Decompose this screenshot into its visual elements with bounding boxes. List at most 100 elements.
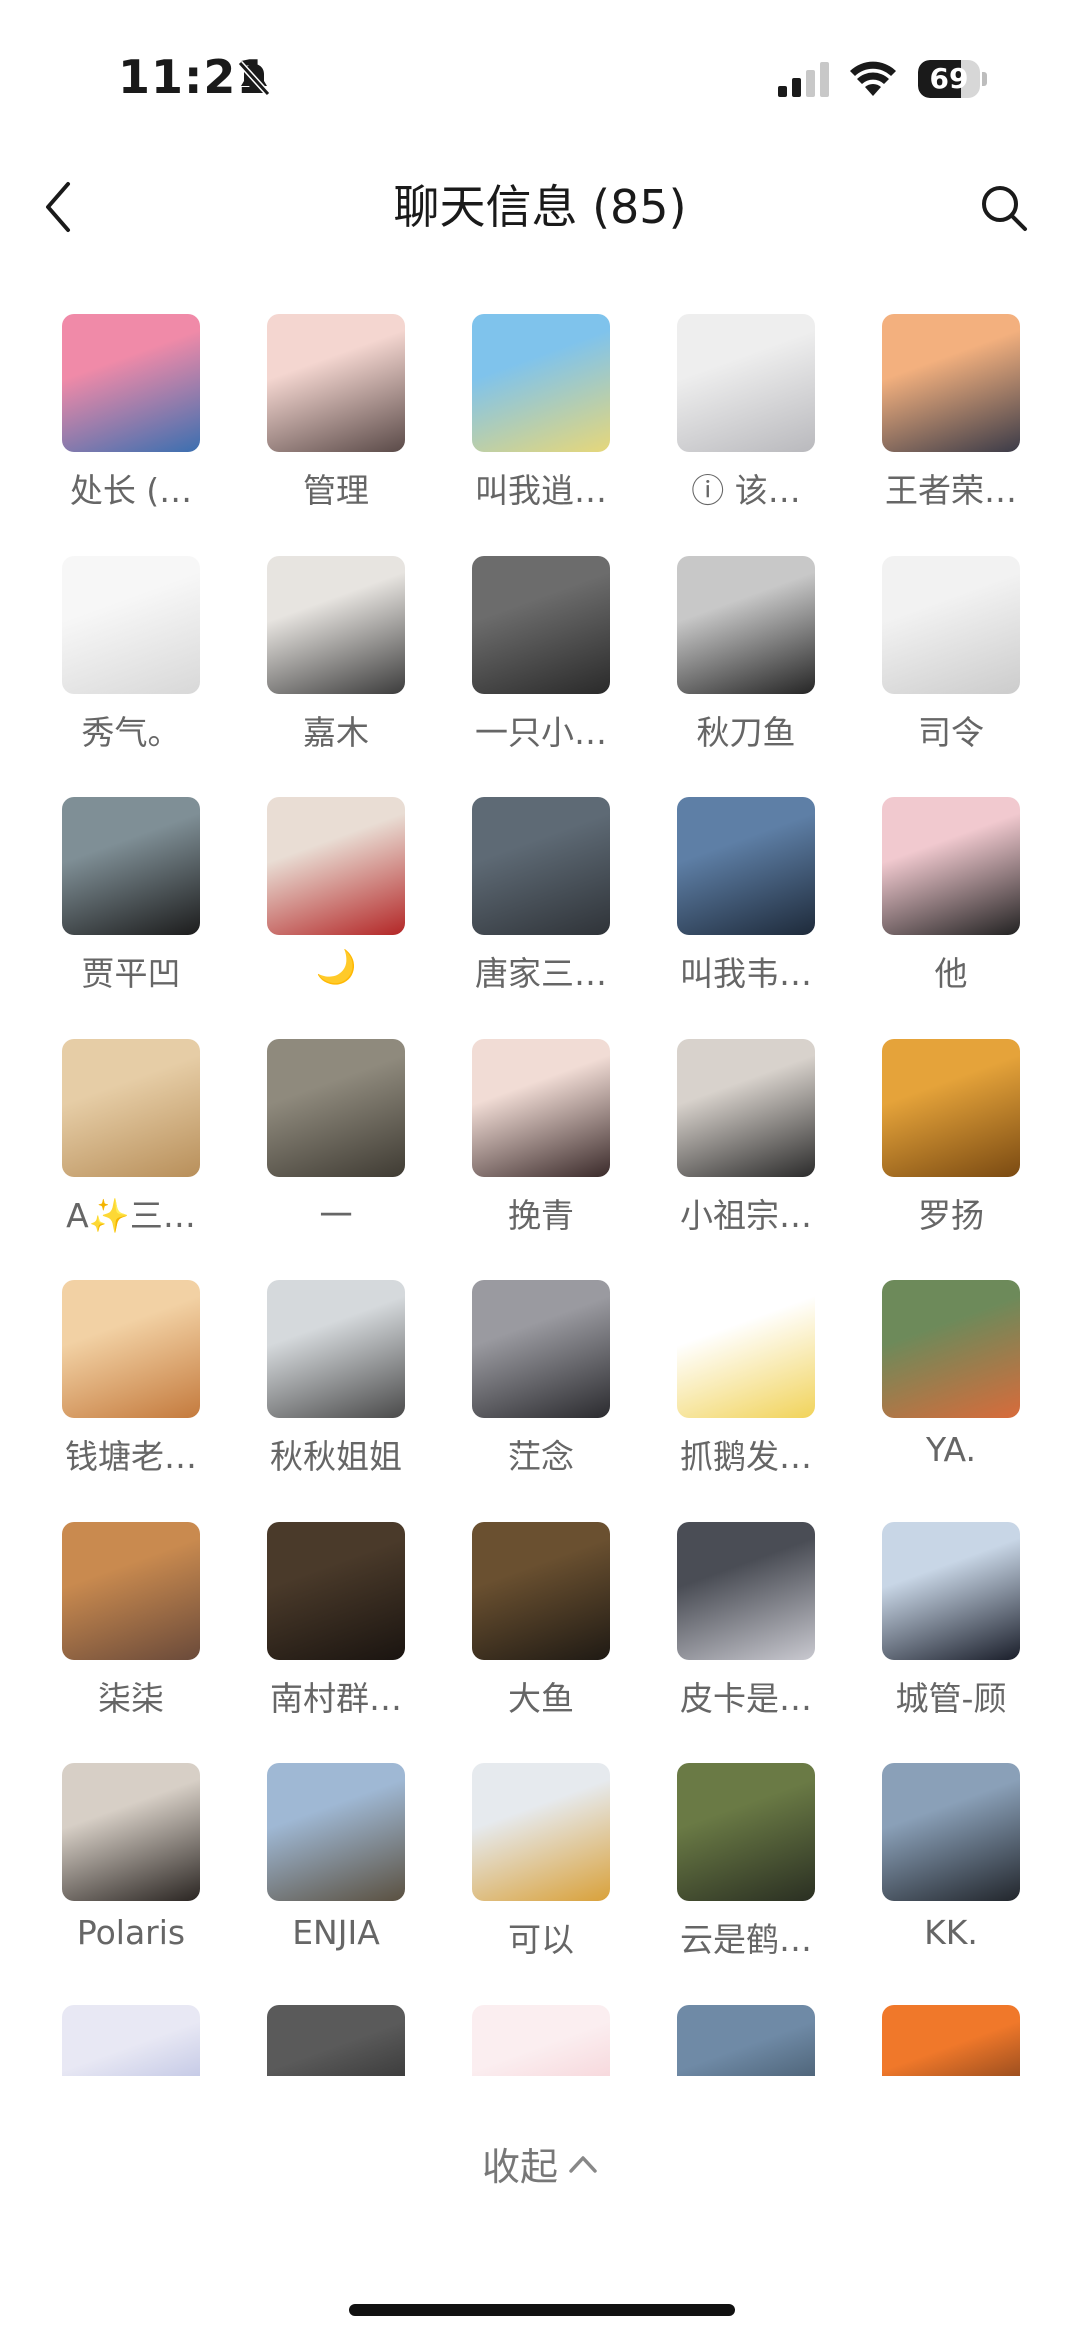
- member-avatar[interactable]: [267, 1763, 405, 1901]
- member-name: 抓鹅发…: [680, 1437, 812, 1476]
- member-item[interactable]: A✨三…: [40, 1038, 220, 1249]
- member-avatar[interactable]: [62, 797, 200, 935]
- member-avatar[interactable]: [267, 1521, 405, 1660]
- member-name: 南村群…: [270, 1678, 402, 1718]
- member-item[interactable]: 挽青: [450, 1038, 630, 1249]
- member-item[interactable]: 秀气。: [40, 555, 220, 766]
- member-item[interactable]: 叫我韦…: [655, 797, 835, 1007]
- member-name: 王者荣…: [885, 471, 1017, 510]
- member-avatar[interactable]: [677, 1521, 815, 1660]
- member-avatar[interactable]: [882, 1763, 1020, 1901]
- member-avatar[interactable]: [882, 314, 1020, 452]
- member-avatar[interactable]: [677, 1038, 815, 1177]
- member-item[interactable]: [450, 2004, 630, 2076]
- member-item[interactable]: 司令: [860, 555, 1040, 766]
- member-avatar[interactable]: [882, 1521, 1020, 1660]
- member-item[interactable]: 茳念: [450, 1280, 630, 1490]
- member-item[interactable]: 城管-顾: [860, 1521, 1040, 1732]
- member-avatar[interactable]: [472, 2004, 610, 2076]
- member-item[interactable]: 南村群…: [245, 1521, 425, 1732]
- member-avatar[interactable]: [882, 555, 1020, 694]
- member-item[interactable]: 处长 (…: [40, 314, 220, 524]
- member-item[interactable]: 大鱼: [450, 1521, 630, 1732]
- member-name: Polaris: [76, 1913, 186, 1952]
- member-item[interactable]: 罗扬: [860, 1038, 1040, 1249]
- member-item[interactable]: 可以: [450, 1763, 630, 1973]
- member-avatar[interactable]: [267, 1280, 405, 1418]
- member-item[interactable]: 一: [245, 1038, 425, 1249]
- member-avatar[interactable]: [882, 1038, 1020, 1177]
- member-name: 秀气。: [81, 712, 181, 752]
- member-item[interactable]: 秋刀鱼: [655, 555, 835, 766]
- member-item[interactable]: 嘉木: [245, 555, 425, 766]
- member-item[interactable]: YA.: [860, 1280, 1040, 1490]
- member-item[interactable]: 钱塘老…: [40, 1280, 220, 1490]
- member-avatar[interactable]: [677, 2004, 815, 2076]
- member-name: A✨三…: [66, 1195, 196, 1235]
- collapse-label: 收起: [481, 2145, 558, 2189]
- member-name: ⓘ 该…: [691, 471, 801, 510]
- member-avatar[interactable]: [62, 1521, 200, 1660]
- member-item[interactable]: 王者荣…: [860, 314, 1040, 524]
- member-avatar[interactable]: [677, 1763, 815, 1901]
- member-avatar[interactable]: [62, 2004, 200, 2076]
- member-item[interactable]: [40, 2004, 220, 2076]
- member-item[interactable]: KK.: [860, 1763, 1040, 1973]
- member-avatar[interactable]: [472, 1280, 610, 1418]
- member-item[interactable]: 管理: [245, 314, 425, 524]
- member-avatar[interactable]: [472, 555, 610, 694]
- member-item[interactable]: 叫我逍…: [450, 314, 630, 524]
- member-avatar[interactable]: [677, 555, 815, 694]
- member-avatar[interactable]: [882, 797, 1020, 935]
- member-avatar[interactable]: [472, 314, 610, 452]
- member-avatar[interactable]: [62, 555, 200, 694]
- member-item[interactable]: 秋秋姐姐: [245, 1280, 425, 1490]
- member-name: 皮卡是…: [680, 1678, 812, 1718]
- member-avatar[interactable]: [472, 1038, 610, 1177]
- search-icon[interactable]: [978, 182, 1030, 234]
- member-avatar[interactable]: [267, 314, 405, 452]
- member-item[interactable]: 一只小…: [450, 555, 630, 766]
- member-avatar[interactable]: [267, 797, 405, 935]
- member-avatar[interactable]: [267, 555, 405, 694]
- member-item[interactable]: 柒柒: [40, 1521, 220, 1732]
- member-item[interactable]: 唐家三…: [450, 797, 630, 1007]
- member-item[interactable]: 云是鹤…: [655, 1763, 835, 1973]
- member-avatar[interactable]: [267, 2004, 405, 2076]
- battery-percent: 69: [929, 62, 969, 95]
- member-item[interactable]: 🌙: [245, 797, 425, 1007]
- status-bar: 11:21 69: [0, 0, 1080, 160]
- member-item[interactable]: 抓鹅发…: [655, 1280, 835, 1490]
- member-avatar[interactable]: [472, 797, 610, 935]
- member-avatar[interactable]: [62, 1038, 200, 1177]
- member-name: KK.: [924, 1913, 978, 1952]
- member-item[interactable]: [245, 2004, 425, 2076]
- member-avatar[interactable]: [62, 1280, 200, 1418]
- member-avatar[interactable]: [677, 797, 815, 935]
- member-name: 一: [319, 1195, 353, 1235]
- collapse-button[interactable]: 收起: [0, 2136, 1080, 2191]
- member-avatar[interactable]: [882, 1280, 1020, 1418]
- member-item[interactable]: ⓘ 该…: [655, 314, 835, 524]
- member-avatar[interactable]: [267, 1038, 405, 1177]
- member-avatar[interactable]: [472, 1763, 610, 1901]
- member-item[interactable]: Polaris: [40, 1763, 220, 1973]
- member-item[interactable]: 皮卡是…: [655, 1521, 835, 1732]
- member-name: 一只小…: [475, 712, 607, 752]
- member-avatar[interactable]: [677, 1280, 815, 1418]
- member-avatar[interactable]: [62, 1763, 200, 1901]
- member-item[interactable]: 小祖宗…: [655, 1038, 835, 1249]
- member-avatar[interactable]: [677, 314, 815, 452]
- member-item[interactable]: [860, 2004, 1040, 2076]
- member-item[interactable]: [655, 2004, 835, 2076]
- member-name: 可以: [508, 1920, 574, 1959]
- member-item[interactable]: ENJIA: [245, 1763, 425, 1973]
- member-name: ENJIA: [292, 1913, 380, 1952]
- member-avatar[interactable]: [472, 1521, 610, 1660]
- member-name: 大鱼: [508, 1678, 574, 1718]
- member-name: 嘉木: [303, 712, 369, 752]
- member-avatar[interactable]: [882, 2004, 1020, 2076]
- member-item[interactable]: 他: [860, 797, 1040, 1007]
- member-avatar[interactable]: [62, 314, 200, 452]
- member-item[interactable]: 贾平凹: [40, 797, 220, 1007]
